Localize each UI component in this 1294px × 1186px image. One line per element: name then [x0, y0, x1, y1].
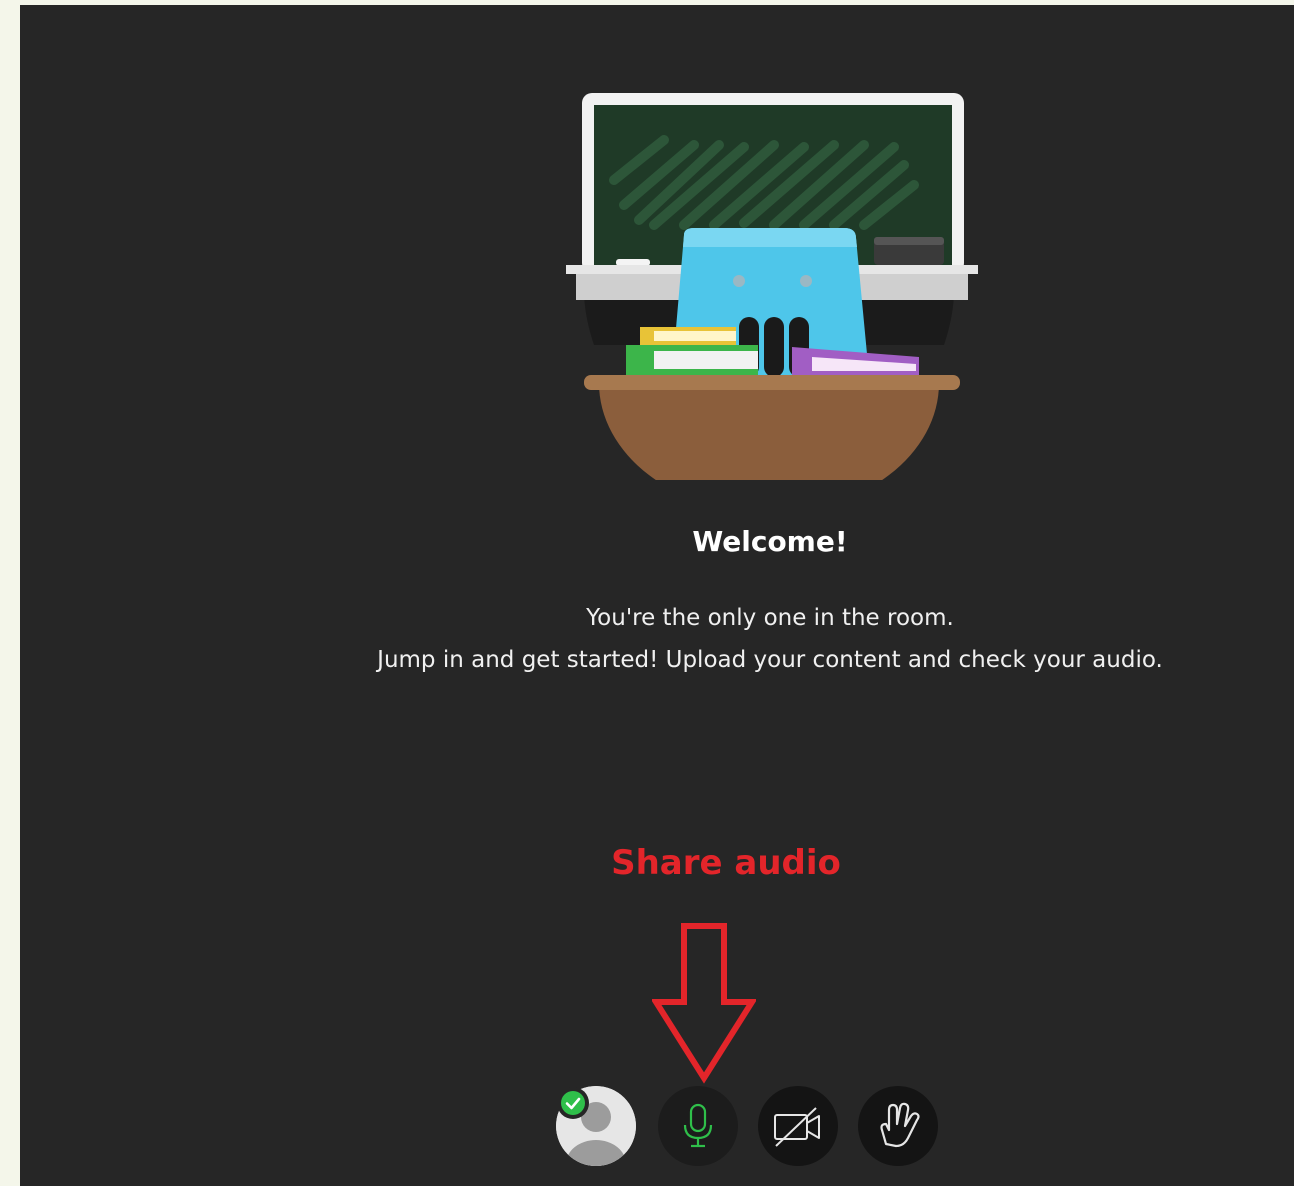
classroom-illustration	[566, 93, 978, 480]
user-avatar-button[interactable]	[556, 1086, 636, 1166]
welcome-title: Welcome!	[692, 525, 848, 558]
welcome-message-line-1: You're the only one in the room.	[586, 605, 954, 631]
share-audio-annotation: Share audio	[611, 843, 841, 883]
microphone-icon	[683, 1103, 713, 1148]
desk-top	[584, 375, 960, 390]
bowl-brown	[599, 383, 939, 480]
camera-off-icon	[774, 1107, 820, 1147]
raise-hand-icon	[880, 1102, 920, 1148]
down-arrow-annotation-icon	[652, 923, 756, 1084]
connected-check-icon	[557, 1087, 589, 1119]
raise-hand-button[interactable]	[858, 1086, 938, 1166]
share-camera-button[interactable]	[758, 1086, 838, 1166]
share-audio-button[interactable]	[658, 1086, 738, 1166]
welcome-message-line-2: Jump in and get started! Upload your con…	[377, 647, 1163, 673]
chalk	[616, 259, 650, 266]
